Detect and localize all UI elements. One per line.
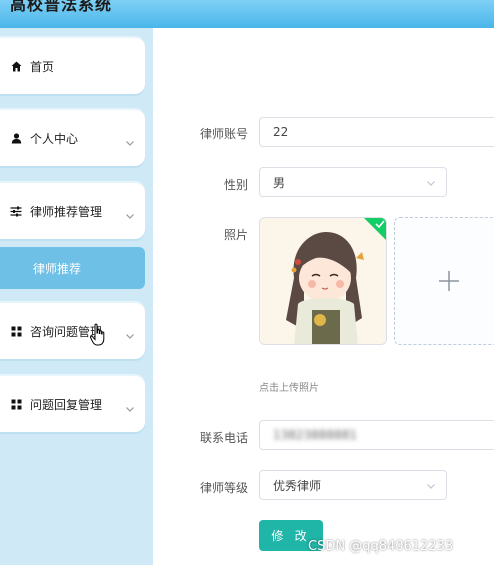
sidebar-item-reply[interactable]: 问题回复管理 <box>0 376 145 432</box>
gender-value: 男 <box>273 175 286 190</box>
account-label: 律师账号 <box>199 127 248 141</box>
sidebar-item-home[interactable]: 首页 <box>0 38 145 94</box>
level-label: 律师等级 <box>199 481 248 495</box>
sidebar-subitem-lawyer-recommend[interactable]: 律师推荐 <box>0 247 145 289</box>
user-icon <box>10 132 22 144</box>
photo-upload-hint: 点击上传照片 <box>259 383 319 394</box>
sidebar-item-label: 问题回复管理 <box>30 397 103 412</box>
phone-input[interactable]: 13823888881 <box>259 420 494 450</box>
grid-icon <box>10 325 22 337</box>
sidebar-item-lawyer-recommend[interactable]: 律师推荐管理 <box>0 183 145 239</box>
chevron-down-icon <box>125 133 135 146</box>
account-value: 22 <box>273 125 289 139</box>
chevron-down-icon <box>426 177 436 187</box>
watermark: CSDN @qq840612233 <box>308 539 454 554</box>
chevron-down-icon <box>125 206 135 219</box>
chevron-down-icon <box>125 326 135 339</box>
photo-preview[interactable] <box>259 217 387 345</box>
sliders-icon <box>10 205 22 217</box>
success-check-icon <box>364 218 386 240</box>
chevron-down-icon <box>125 399 135 412</box>
plus-icon <box>439 271 459 291</box>
sidebar-item-consult[interactable]: 咨询问题管理 <box>0 303 145 359</box>
grid-icon <box>10 398 22 410</box>
app-header: 高校普法系统 <box>0 0 494 28</box>
sidebar-item-label: 个人中心 <box>30 131 79 146</box>
phone-label: 联系电话 <box>199 431 248 445</box>
hand-cursor-icon <box>89 323 105 346</box>
sidebar-item-label: 律师推荐管理 <box>30 204 103 219</box>
sidebar: 首页 个人中心 律师推荐管理 律师推荐 咨询问题管理 问题回复管理 <box>0 28 153 565</box>
home-icon <box>10 60 22 72</box>
level-value: 优秀律师 <box>273 478 322 493</box>
chevron-down-icon <box>426 480 436 490</box>
gender-select[interactable]: 男 <box>259 167 447 197</box>
sidebar-item-profile[interactable]: 个人中心 <box>0 110 145 166</box>
phone-value: 13823888881 <box>273 428 357 442</box>
account-input[interactable]: 22 <box>259 117 494 147</box>
photo-label: 照片 <box>223 228 248 242</box>
level-select[interactable]: 优秀律师 <box>259 470 447 500</box>
photo-upload-trigger[interactable] <box>394 217 494 345</box>
sidebar-subitem-label: 律师推荐 <box>33 261 82 276</box>
sidebar-item-label: 首页 <box>30 59 55 74</box>
app-title: 高校普法系统 <box>10 0 113 14</box>
gender-label: 性别 <box>223 178 248 192</box>
